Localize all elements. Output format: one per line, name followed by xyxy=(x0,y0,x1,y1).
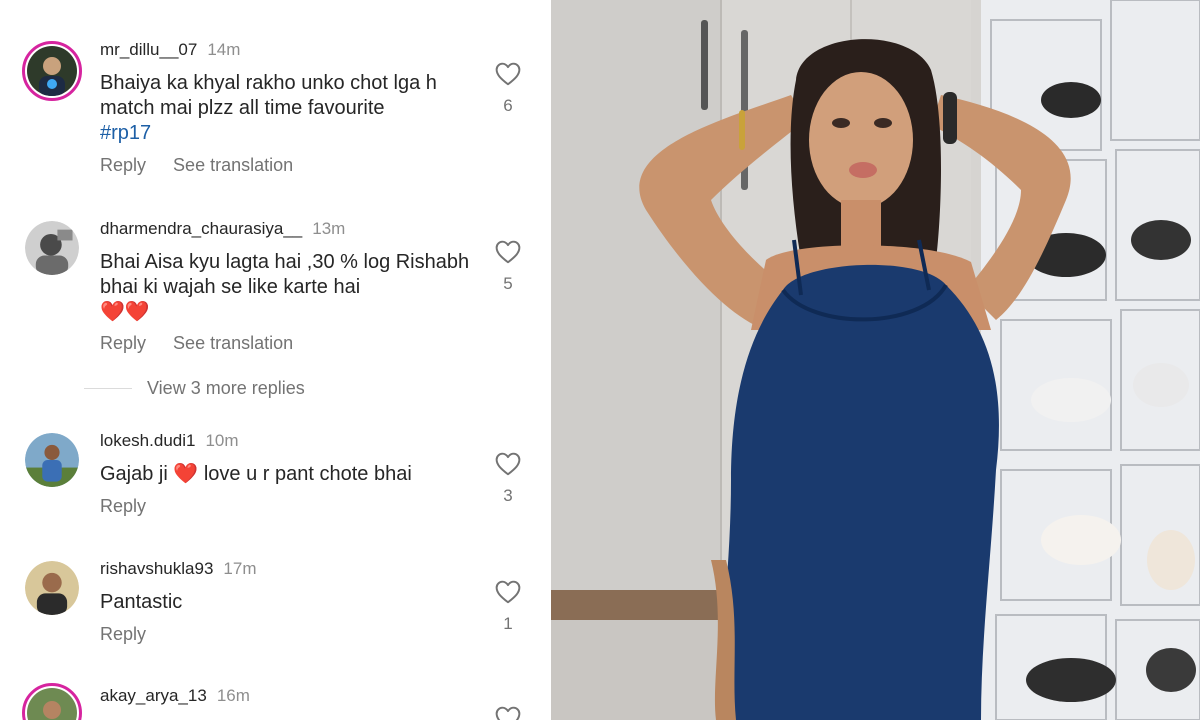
avatar[interactable] xyxy=(25,561,79,615)
like-button[interactable] xyxy=(494,452,522,476)
heart-outline-icon xyxy=(495,240,521,264)
username[interactable]: mr_dillu__07 xyxy=(100,40,197,59)
reply-button[interactable]: Reply xyxy=(100,624,146,644)
comment-actions: Reply xyxy=(100,496,168,517)
avatar[interactable] xyxy=(25,221,79,275)
comment-meta: akay_arya_13 16m xyxy=(100,686,250,706)
heart-emoji: ❤️ xyxy=(173,463,199,485)
timestamp: 10m xyxy=(205,431,239,450)
view-more-replies-label: View 3 more replies xyxy=(147,377,305,398)
timestamp: 16m xyxy=(216,686,250,705)
comment-text: Bhaiya ka khyal rakho unko chot lga h ma… xyxy=(100,71,470,146)
post-photo[interactable] xyxy=(551,0,1200,720)
avatar[interactable] xyxy=(22,683,82,720)
reply-button[interactable]: Reply xyxy=(100,333,146,353)
timestamp: 17m xyxy=(223,559,257,578)
username[interactable]: dharmendra_chaurasiya__ xyxy=(100,219,302,238)
like-button[interactable] xyxy=(494,706,522,720)
photo-illustration xyxy=(551,0,1200,720)
comment-meta: rishavshukla93 17m xyxy=(100,559,256,579)
like-count: 1 xyxy=(503,614,513,633)
divider xyxy=(84,387,132,389)
avatar-image xyxy=(25,561,79,615)
like-count: 3 xyxy=(503,486,513,505)
comment-body-end: love u r pant chote bhai xyxy=(203,463,412,485)
comment-text: Bhai Aisa kyu lagta hai ,30 % log Rishab… xyxy=(100,250,470,325)
like-count: 6 xyxy=(503,96,513,115)
like-count: 5 xyxy=(503,274,513,293)
avatar[interactable] xyxy=(25,433,79,487)
comment-body: Pantastic xyxy=(100,591,183,613)
comment-body: Bhaiya ka khyal rakho unko chot lga h ma… xyxy=(100,72,437,119)
username[interactable]: akay_arya_13 xyxy=(100,686,207,705)
comment-body: Bhai Aisa kyu lagta hai ,30 % log Rishab… xyxy=(100,251,470,298)
comment-meta: mr_dillu__07 14m xyxy=(100,40,240,60)
username[interactable]: rishavshukla93 xyxy=(100,559,213,578)
heart-emoji: ❤️❤️ xyxy=(100,301,150,323)
comments-panel: mr_dillu__07 14m Bhaiya ka khyal rakho un… xyxy=(0,0,551,720)
heart-outline-icon xyxy=(495,62,521,86)
avatar-image xyxy=(25,221,79,275)
username[interactable]: lokesh.dudi1 xyxy=(100,431,195,450)
see-translation-button[interactable]: See translation xyxy=(173,333,293,353)
comment-text: Pantastic xyxy=(100,590,470,615)
comment-actions: Reply xyxy=(100,624,168,645)
heart-outline-icon xyxy=(495,452,521,476)
comment-text: Gajab ji ❤️ love u r pant chote bhai xyxy=(100,462,470,487)
timestamp: 14m xyxy=(207,40,241,59)
like-button[interactable] xyxy=(494,580,522,604)
comment-actions: Reply See translation xyxy=(100,155,315,176)
like-button[interactable] xyxy=(494,240,522,264)
heart-outline-icon xyxy=(495,706,521,720)
avatar-image xyxy=(27,46,77,96)
see-translation-button[interactable]: See translation xyxy=(173,155,293,175)
timestamp: 13m xyxy=(312,219,346,238)
comment-meta: lokesh.dudi1 10m xyxy=(100,431,239,451)
hashtag-link[interactable]: #rp17 xyxy=(100,122,151,144)
view-more-replies[interactable]: View 3 more replies xyxy=(84,377,305,399)
comment-meta: dharmendra_chaurasiya__ 13m xyxy=(100,219,345,239)
heart-outline-icon xyxy=(495,580,521,604)
avatar-image xyxy=(27,688,77,720)
comment-actions: Reply See translation xyxy=(100,333,315,354)
reply-button[interactable]: Reply xyxy=(100,496,146,516)
comment-body-start: Gajab ji xyxy=(100,463,168,485)
like-button[interactable] xyxy=(494,62,522,86)
avatar[interactable] xyxy=(22,41,82,101)
reply-button[interactable]: Reply xyxy=(100,155,146,175)
avatar-image xyxy=(25,433,79,487)
